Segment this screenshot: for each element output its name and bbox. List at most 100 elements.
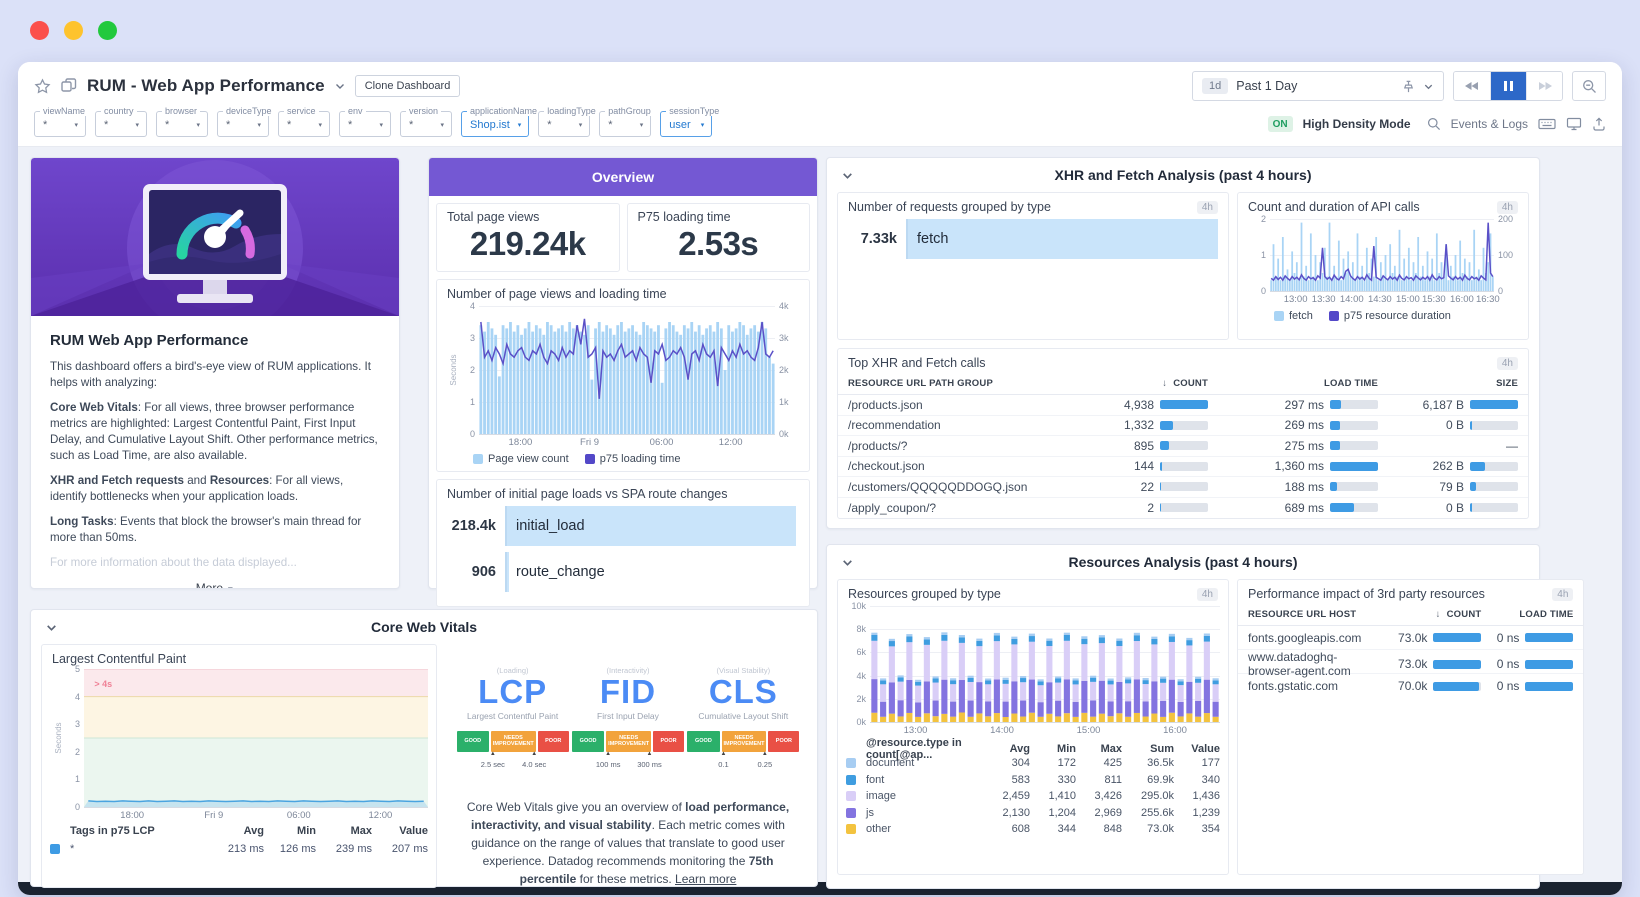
lcp-chart[interactable]: Seconds 5 4 3 2 1 0 > 4s 18:00 Fri 9 06:00 12:00 — [42, 665, 436, 822]
table-row[interactable]: /apply_coupon/? 2 689 ms 0 B — [838, 498, 1528, 519]
minimize-window-button[interactable] — [64, 21, 83, 40]
x-tick: 18:00 — [120, 810, 145, 821]
chevron-down-icon: ▾ — [440, 121, 444, 129]
avg-value: 583 — [1011, 773, 1030, 786]
api-calls-chart[interactable]: 2 1 0 200 100 0 13:00 13:30 14:00 14:30 15:00 15:30… — [1238, 215, 1528, 324]
lcp-table-row[interactable]: * 213 ms 126 ms 239 ms 207 ms — [42, 840, 436, 857]
toplist-row[interactable]: 7.33k fetch — [842, 219, 1218, 259]
pageviews-chart[interactable]: Seconds 4 3 2 1 0 4k 3k 2k 1k 0k 18:00 Fri 9 06:00 12:… — [437, 302, 809, 471]
time-range-picker[interactable]: 1d Past 1 Day — [1192, 71, 1444, 101]
col-resource-url[interactable]: RESOURCE URL PATH GROUP — [848, 378, 1058, 389]
resource-type: image — [866, 790, 896, 803]
col-count[interactable]: ↓ COUNT — [1058, 378, 1208, 389]
stat-p75-loading-time[interactable]: P75 loading time 2.53s — [626, 203, 810, 272]
toplist-row[interactable]: 218.4k initial_load — [441, 506, 799, 546]
share-export-icon[interactable] — [1592, 117, 1606, 131]
clone-dashboard-button[interactable]: Clone Dashboard — [354, 75, 461, 97]
legend-table-row[interactable]: js 2,130 1,204 2,969 255.6k 1,239 — [838, 805, 1228, 822]
resources-chart[interactable]: 10k 8k 6k 4k 2k 0k 13:00 14:00 15:00 16:00 — [838, 602, 1228, 737]
timeframe-chip: 4h — [1496, 200, 1518, 214]
legend-table-row[interactable]: image 2,459 1,410 3,426 295.0k 1,436 — [838, 788, 1228, 805]
search-icon[interactable] — [1427, 117, 1441, 131]
toplist-row[interactable]: 906 route_change — [441, 552, 799, 592]
col-load-time[interactable]: LOAD TIME — [1208, 378, 1378, 389]
filter-applicationName[interactable]: applicationName Shop.ist ▾ — [461, 106, 541, 137]
max-value: 425 — [1103, 757, 1122, 770]
pause-button[interactable] — [1490, 72, 1526, 100]
close-window-button[interactable] — [30, 21, 49, 40]
toplist-track: route_change — [505, 552, 799, 592]
col-size[interactable]: SIZE — [1378, 378, 1518, 389]
filter-env[interactable]: env * ▾ — [339, 106, 391, 137]
legend-item[interactable]: p75 loading time — [584, 453, 680, 465]
table-row[interactable]: fonts.googleapis.com 73.0k 0 ns — [1238, 626, 1584, 650]
x-axis-ticks: 13:00 14:00 15:00 16:00 — [846, 724, 1220, 737]
monitor-icon[interactable] — [1566, 117, 1582, 131]
filter-loadingType[interactable]: loadingType * ▾ — [538, 106, 599, 137]
plot — [870, 606, 1220, 723]
filter-sessionType[interactable]: sessionType user ▾ — [660, 106, 723, 137]
step-forward-button[interactable] — [1526, 72, 1562, 100]
time-range-label: Past 1 Day — [1236, 79, 1298, 93]
filter-service[interactable]: service * ▾ — [278, 106, 330, 137]
filter-country[interactable]: country * ▾ — [95, 106, 147, 137]
xhr-fetch-panel: XHR and Fetch Analysis (past 4 hours) Nu… — [826, 157, 1540, 529]
x-tick: 16:30 — [1475, 294, 1500, 305]
core-web-vitals-panel: Core Web Vitals Largest Contentful Paint… — [30, 609, 818, 888]
chevron-down-icon: ▾ — [257, 121, 261, 129]
legend-item[interactable]: p75 resource duration — [1328, 310, 1451, 322]
legend-item[interactable]: Page view count — [473, 453, 569, 465]
col-resource-host[interactable]: RESOURCE URL HOST — [1248, 609, 1361, 620]
filter-label: applicationName — [467, 106, 541, 116]
maximize-window-button[interactable] — [98, 21, 117, 40]
more-button[interactable]: More ▼ — [31, 579, 399, 588]
table-row[interactable]: /customers/QQQQQDDOGQ.json 22 188 ms 79 B — [838, 477, 1528, 498]
collapse-chevron-icon[interactable] — [841, 169, 854, 182]
events-logs-label[interactable]: Events & Logs — [1451, 117, 1528, 131]
avg-value: 2,130 — [1002, 806, 1030, 819]
chart-plot-area: Seconds 4 3 2 1 0 4k 3k 2k 1k 0k — [445, 302, 801, 439]
resources-by-type-widget: Resources grouped by type 4h 10k 8k 6k 4k 2k 0… — [837, 579, 1229, 875]
legend-item[interactable]: fetch — [1274, 310, 1313, 322]
min-value: 1,204 — [1048, 806, 1076, 819]
step-backward-button[interactable] — [1454, 72, 1490, 100]
high-density-toggle[interactable]: ON — [1267, 116, 1293, 132]
metric-cell: 0 ns — [1481, 631, 1574, 645]
zoom-out-button[interactable] — [1572, 71, 1606, 101]
table-row[interactable]: /products/? 895 275 ms — — [838, 436, 1528, 457]
resources-grouped-title: Resources grouped by type — [848, 587, 1001, 601]
table-row[interactable]: /checkout.json 144 1,360 ms 262 B — [838, 457, 1528, 477]
x-tick: 15:00 — [1396, 294, 1420, 305]
legend-table-row[interactable]: font 583 330 811 69.9k 340 — [838, 772, 1228, 789]
timeframe-chip: 4h — [1196, 200, 1218, 214]
filter-deviceType[interactable]: deviceType * ▾ — [217, 106, 275, 137]
legend-table-row[interactable]: document 304 172 425 36.5k 177 — [838, 755, 1228, 772]
learn-more-link[interactable]: Learn more — [675, 872, 736, 886]
collapse-chevron-icon[interactable] — [45, 621, 58, 634]
keyboard-icon[interactable] — [1538, 117, 1556, 131]
col-load-time[interactable]: LOAD TIME — [1481, 609, 1573, 620]
filter-viewName[interactable]: viewName * ▾ — [34, 106, 89, 137]
table-row[interactable]: /products.json 4,938 297 ms 6,187 B — [838, 395, 1528, 416]
filter-pathGroup[interactable]: pathGroup * ▾ — [599, 106, 654, 137]
table-row[interactable]: /recommendation 1,332 269 ms 0 B — [838, 416, 1528, 436]
time-chevron-down-icon[interactable] — [1423, 81, 1434, 92]
chevron-down-icon: ▾ — [318, 121, 322, 129]
legend-table-row[interactable]: other 608 344 848 73.0k 354 — [838, 821, 1228, 838]
gauge-threshold: ▲ 2.5 sec — [480, 750, 505, 769]
legend-swatch — [846, 774, 856, 785]
star-icon[interactable] — [34, 77, 51, 95]
collapse-chevron-icon[interactable] — [841, 556, 854, 569]
title-chevron-down-icon[interactable] — [334, 80, 346, 92]
resource-type: font — [866, 773, 885, 786]
filter-browser[interactable]: browser * ▾ — [156, 106, 208, 137]
col-count[interactable]: ↓ COUNT — [1361, 609, 1482, 620]
metric-cell: 73.0k — [1361, 657, 1482, 671]
table-row[interactable]: www.datadoghq-browser-agent.com 73.0k 0 ns — [1238, 650, 1584, 678]
x-tick: 15:00 — [1076, 725, 1101, 736]
stat-total-page-views[interactable]: Total page views 219.24k — [436, 203, 620, 272]
filter-version[interactable]: version * ▾ — [400, 106, 452, 137]
dashboards-icon[interactable] — [60, 77, 78, 95]
filter-value: * — [104, 118, 109, 131]
pin-icon[interactable] — [1402, 80, 1415, 93]
